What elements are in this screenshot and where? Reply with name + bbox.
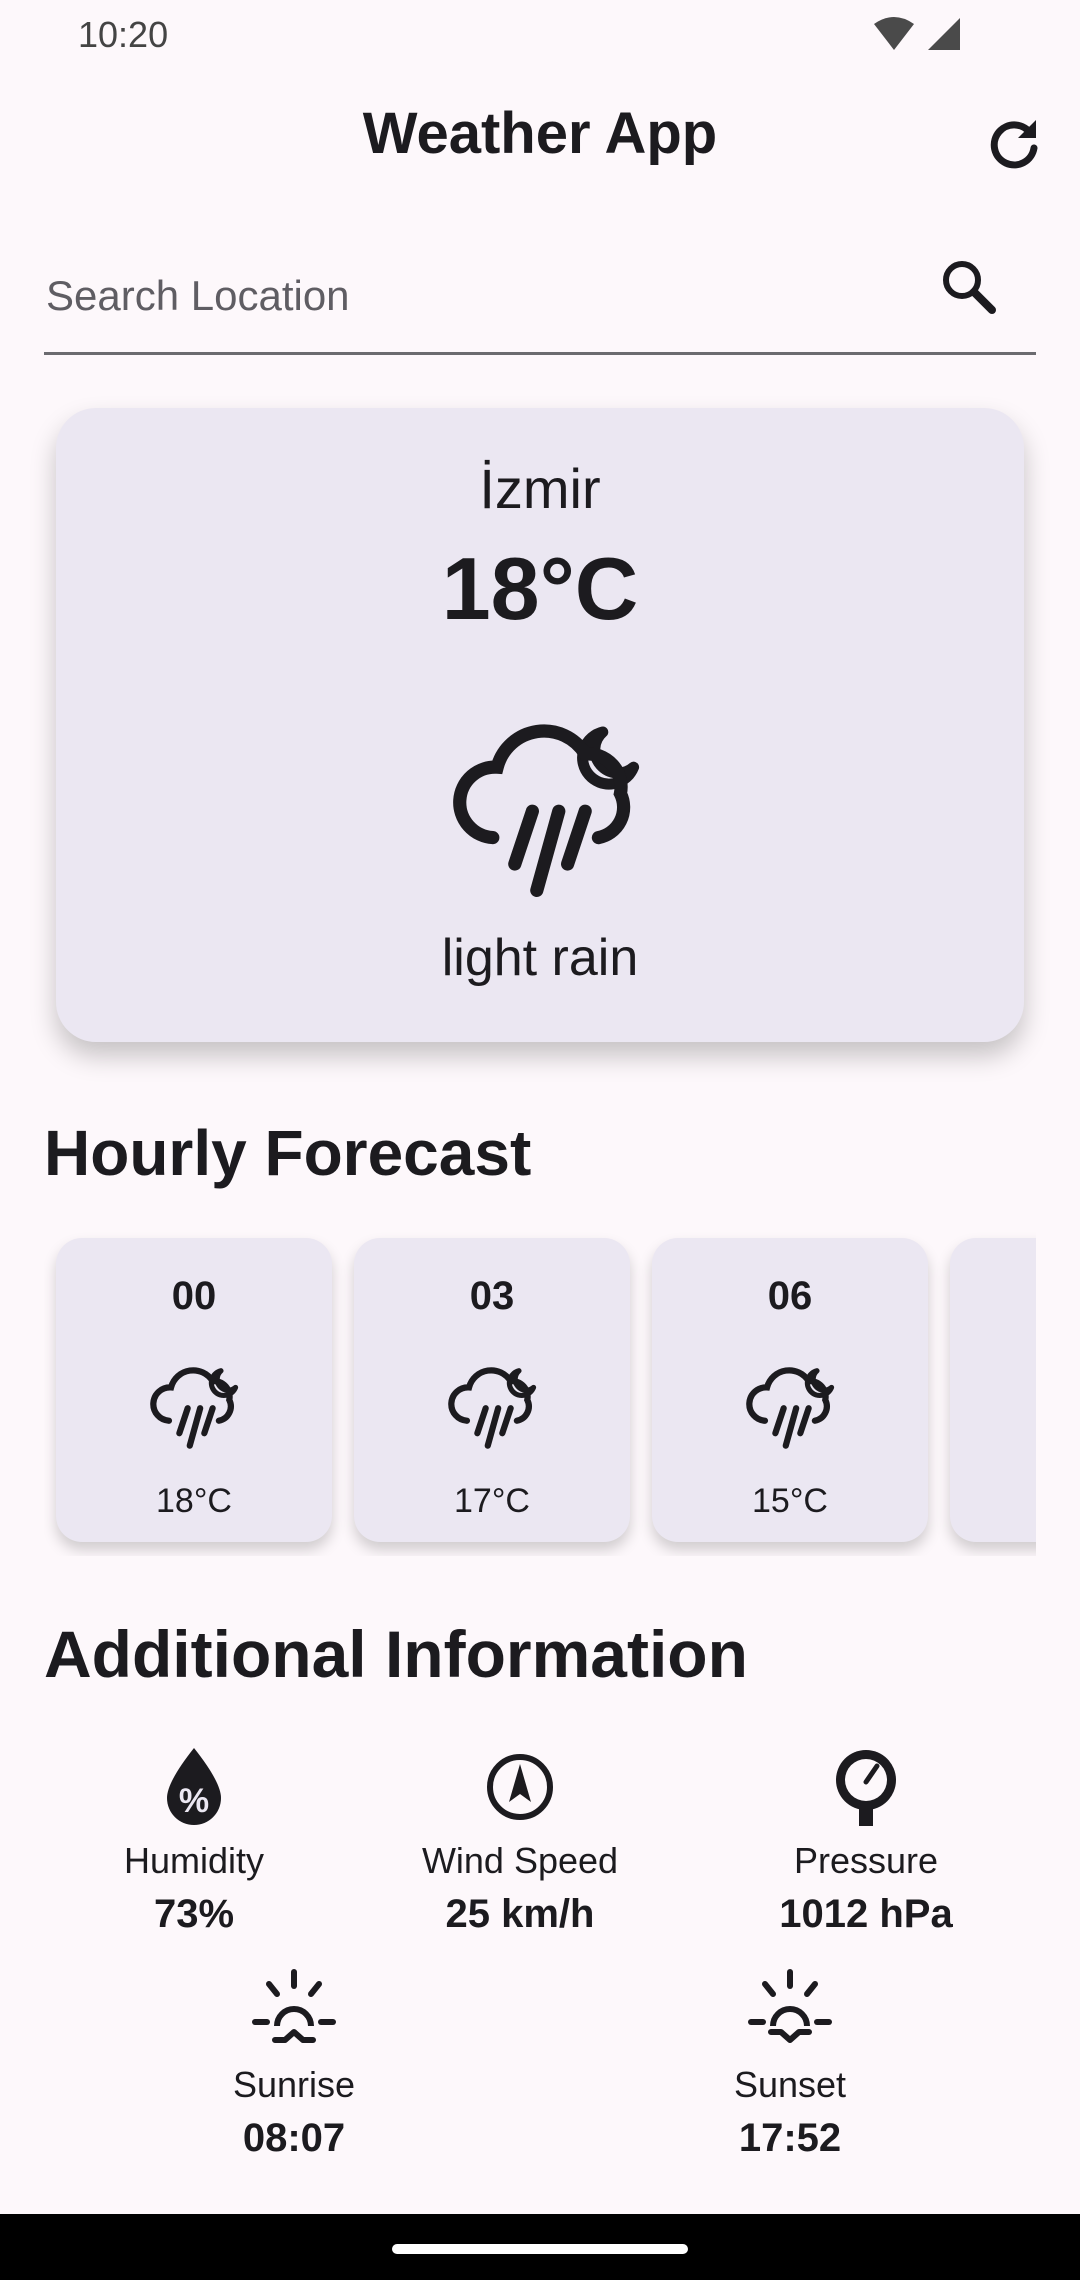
humidity-value: 73%	[153, 1892, 235, 1936]
svg-text:%: %	[179, 1782, 209, 1820]
wind-speed-info: Wind Speed 25 km/h	[360, 1744, 680, 1937]
hourly-card: 03 17°C	[354, 1238, 630, 1542]
home-gesture-handle[interactable]	[392, 2244, 688, 2254]
search-input[interactable]	[44, 260, 908, 332]
weather-condition: light rain	[441, 929, 639, 987]
hourly-card: 06 15°C	[652, 1238, 928, 1542]
hour-label: 00	[171, 1274, 217, 1318]
pressure-gauge-icon	[836, 1750, 896, 1826]
search-field[interactable]	[44, 240, 1036, 355]
pressure-info: Pressure 1012 hPa	[706, 1744, 1026, 1937]
status-time: 10:20	[78, 14, 169, 55]
status-icons	[872, 16, 962, 52]
current-temperature: 18°C	[441, 539, 639, 638]
app-title: Weather App	[362, 101, 718, 166]
sunrise-icon	[252, 1969, 336, 2043]
sunset-value: 17:52	[738, 2116, 842, 2160]
sunset-info: Sunset 17:52	[630, 1968, 950, 2161]
rain-night-icon	[442, 1350, 546, 1454]
hourly-card: 00 18°C	[56, 1238, 332, 1542]
refresh-icon[interactable]	[984, 114, 1044, 174]
compass-icon	[487, 1754, 553, 1820]
city-name: İzmir	[479, 457, 601, 520]
status-bar: 10:20	[0, 0, 1080, 72]
sunset-icon	[748, 1969, 832, 2043]
sunrise-label: Sunrise	[232, 2064, 356, 2105]
humidity-label: Humidity	[123, 1840, 265, 1881]
current-weather-card: İzmir 18°C light rain	[56, 408, 1024, 1042]
rain-night-icon	[440, 688, 660, 908]
sunset-label: Sunset	[733, 2064, 847, 2105]
humidity-info: % Humidity 73%	[34, 1744, 354, 1937]
search-icon[interactable]	[938, 256, 1000, 318]
wifi-icon	[874, 17, 914, 50]
cellular-signal-icon	[928, 18, 960, 50]
rain-night-icon	[740, 1350, 844, 1454]
additional-info-heading: Additional Information	[44, 1617, 748, 1691]
hourly-forecast-heading: Hourly Forecast	[44, 1117, 532, 1189]
wind-speed-label: Wind Speed	[421, 1840, 619, 1881]
pressure-label: Pressure	[793, 1840, 939, 1881]
hourly-forecast-list[interactable]: 00 18°C 03 17°C 06 15°C	[44, 1228, 1036, 1556]
navigation-bar	[0, 2214, 1080, 2280]
hour-label: 06	[767, 1274, 813, 1318]
hourly-card-partial	[950, 1238, 1036, 1542]
hour-temperature: 15°C	[752, 1482, 828, 1520]
rain-night-icon	[144, 1350, 248, 1454]
humidity-icon: %	[167, 1748, 221, 1825]
wind-speed-value: 25 km/h	[445, 1892, 595, 1936]
hour-temperature: 17°C	[454, 1482, 530, 1520]
sunrise-info: Sunrise 08:07	[134, 1968, 454, 2161]
pressure-value: 1012 hPa	[779, 1892, 953, 1936]
weather-app-screen: 10:20 Weather App İzmir 18°C light rain …	[0, 0, 1080, 2280]
sunrise-value: 08:07	[242, 2116, 346, 2160]
hour-temperature: 18°C	[156, 1482, 232, 1520]
hour-label: 03	[469, 1274, 515, 1318]
